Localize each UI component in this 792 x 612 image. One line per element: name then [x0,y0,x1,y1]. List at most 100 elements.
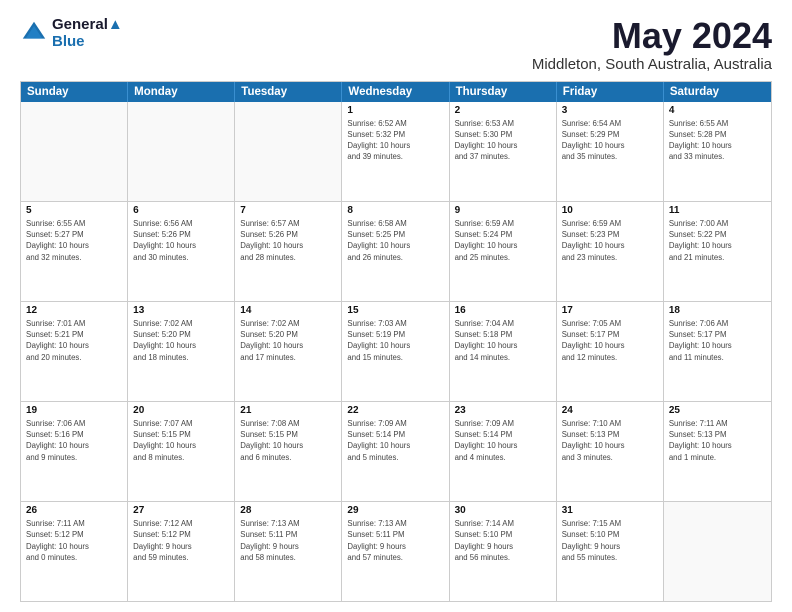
calendar-day-3: 3 Sunrise: 6:54 AM Sunset: 5:29 PM Daylig… [557,102,664,201]
header-wednesday: Wednesday [342,82,449,102]
day-number: 3 [562,105,658,116]
calendar-day-23: 23 Sunrise: 7:09 AM Sunset: 5:14 PM Dayli… [450,402,557,501]
calendar-day-30: 30Sunrise: 7:14 AM Sunset: 5:10 PM Dayli… [450,502,557,601]
calendar-day-8: 8 Sunrise: 6:58 AM Sunset: 5:25 PM Daylig… [342,202,449,301]
header: General▲ Blue May 2024 Middleton, South … [20,16,772,73]
calendar-day-27: 27 Sunrise: 7:12 AM Sunset: 5:12 PM Dayli… [128,502,235,601]
day-info: Sunrise: 7:06 AM Sunset: 5:16 PM Dayligh… [26,418,122,463]
day-number: 20 [133,405,229,416]
logo-icon [20,19,48,47]
day-info: Sunrise: 6:55 AM Sunset: 5:27 PM Dayligh… [26,218,122,263]
day-number: 24 [562,405,658,416]
day-info: Sunrise: 6:54 AM Sunset: 5:29 PM Dayligh… [562,118,658,163]
day-info: Sunrise: 7:11 AM Sunset: 5:13 PM Dayligh… [669,418,766,463]
day-number: 22 [347,405,443,416]
day-number: 25 [669,405,766,416]
day-number: 18 [669,305,766,316]
subtitle: Middleton, South Australia, Australia [532,56,772,73]
calendar-day-11: 11 Sunrise: 7:00 AM Sunset: 5:22 PM Dayli… [664,202,771,301]
day-number: 12 [26,305,122,316]
day-info: Sunrise: 6:58 AM Sunset: 5:25 PM Dayligh… [347,218,443,263]
calendar-day-4: 4 Sunrise: 6:55 AM Sunset: 5:28 PM Daylig… [664,102,771,201]
calendar-week-1: 1 Sunrise: 6:52 AM Sunset: 5:32 PM Daylig… [21,102,771,201]
day-info: Sunrise: 7:02 AM Sunset: 5:20 PM Dayligh… [133,318,229,363]
day-info: Sunrise: 7:02 AM Sunset: 5:20 PM Dayligh… [240,318,336,363]
day-number: 13 [133,305,229,316]
calendar-day-12: 12 Sunrise: 7:01 AM Sunset: 5:21 PM Dayli… [21,302,128,401]
day-info: Sunrise: 7:10 AM Sunset: 5:13 PM Dayligh… [562,418,658,463]
day-number: 6 [133,205,229,216]
calendar-day-26: 26Sunrise: 7:11 AM Sunset: 5:12 PM Dayli… [21,502,128,601]
calendar-day-empty-0 [21,102,128,201]
calendar-day-25: 25 Sunrise: 7:11 AM Sunset: 5:13 PM Dayli… [664,402,771,501]
calendar-day-19: 19 Sunrise: 7:06 AM Sunset: 5:16 PM Dayli… [21,402,128,501]
day-info: Sunrise: 7:04 AM Sunset: 5:18 PM Dayligh… [455,318,551,363]
day-info: Sunrise: 7:09 AM Sunset: 5:14 PM Dayligh… [455,418,551,463]
calendar-day-9: 9 Sunrise: 6:59 AM Sunset: 5:24 PM Daylig… [450,202,557,301]
page: General▲ Blue May 2024 Middleton, South … [0,0,792,612]
day-info: Sunrise: 7:13 AM Sunset: 5:11 PM Dayligh… [347,518,443,563]
day-info: Sunrise: 7:11 AM Sunset: 5:12 PM Dayligh… [26,518,122,563]
day-number: 28 [240,505,336,516]
day-number: 31 [562,505,658,516]
calendar-day-empty-2 [235,102,342,201]
calendar-day-7: 7 Sunrise: 6:57 AM Sunset: 5:26 PM Daylig… [235,202,342,301]
title-block: May 2024 Middleton, South Australia, Aus… [532,16,772,73]
day-number: 8 [347,205,443,216]
day-number: 5 [26,205,122,216]
calendar-week-4: 19 Sunrise: 7:06 AM Sunset: 5:16 PM Dayli… [21,401,771,501]
calendar-day-20: 20 Sunrise: 7:07 AM Sunset: 5:15 PM Dayli… [128,402,235,501]
day-info: Sunrise: 7:13 AM Sunset: 5:11 PM Dayligh… [240,518,336,563]
header-sunday: Sunday [21,82,128,102]
day-number: 11 [669,205,766,216]
calendar-week-3: 12 Sunrise: 7:01 AM Sunset: 5:21 PM Dayli… [21,301,771,401]
day-number: 4 [669,105,766,116]
calendar-day-24: 24 Sunrise: 7:10 AM Sunset: 5:13 PM Dayli… [557,402,664,501]
day-number: 9 [455,205,551,216]
day-info: Sunrise: 6:59 AM Sunset: 5:23 PM Dayligh… [562,218,658,263]
day-number: 30 [455,505,551,516]
calendar-day-22: 22Sunrise: 7:09 AM Sunset: 5:14 PM Dayli… [342,402,449,501]
day-number: 16 [455,305,551,316]
day-info: Sunrise: 7:01 AM Sunset: 5:21 PM Dayligh… [26,318,122,363]
logo-text: General▲ Blue [52,16,123,50]
header-monday: Monday [128,82,235,102]
header-friday: Friday [557,82,664,102]
day-info: Sunrise: 6:57 AM Sunset: 5:26 PM Dayligh… [240,218,336,263]
calendar-day-1: 1 Sunrise: 6:52 AM Sunset: 5:32 PM Daylig… [342,102,449,201]
calendar-day-6: 6 Sunrise: 6:56 AM Sunset: 5:26 PM Daylig… [128,202,235,301]
calendar-day-31: 31 Sunrise: 7:15 AM Sunset: 5:10 PM Dayli… [557,502,664,601]
calendar-day-17: 17Sunrise: 7:05 AM Sunset: 5:17 PM Dayli… [557,302,664,401]
calendar: Sunday Monday Tuesday Wednesday Thursday… [20,81,772,602]
day-info: Sunrise: 6:52 AM Sunset: 5:32 PM Dayligh… [347,118,443,163]
day-info: Sunrise: 6:53 AM Sunset: 5:30 PM Dayligh… [455,118,551,163]
day-info: Sunrise: 6:59 AM Sunset: 5:24 PM Dayligh… [455,218,551,263]
calendar-day-28: 28 Sunrise: 7:13 AM Sunset: 5:11 PM Dayli… [235,502,342,601]
calendar-day-15: 15Sunrise: 7:03 AM Sunset: 5:19 PM Dayli… [342,302,449,401]
calendar-day-18: 18Sunrise: 7:06 AM Sunset: 5:17 PM Dayli… [664,302,771,401]
day-number: 14 [240,305,336,316]
day-info: Sunrise: 7:12 AM Sunset: 5:12 PM Dayligh… [133,518,229,563]
day-number: 21 [240,405,336,416]
day-info: Sunrise: 6:55 AM Sunset: 5:28 PM Dayligh… [669,118,766,163]
day-number: 17 [562,305,658,316]
day-number: 23 [455,405,551,416]
day-number: 2 [455,105,551,116]
day-info: Sunrise: 6:56 AM Sunset: 5:26 PM Dayligh… [133,218,229,263]
day-info: Sunrise: 7:15 AM Sunset: 5:10 PM Dayligh… [562,518,658,563]
calendar-day-29: 29Sunrise: 7:13 AM Sunset: 5:11 PM Dayli… [342,502,449,601]
day-number: 1 [347,105,443,116]
day-info: Sunrise: 7:07 AM Sunset: 5:15 PM Dayligh… [133,418,229,463]
calendar-day-10: 10Sunrise: 6:59 AM Sunset: 5:23 PM Dayli… [557,202,664,301]
day-number: 19 [26,405,122,416]
calendar-body: 1 Sunrise: 6:52 AM Sunset: 5:32 PM Daylig… [21,102,771,601]
header-saturday: Saturday [664,82,771,102]
calendar-day-empty-1 [128,102,235,201]
day-number: 27 [133,505,229,516]
day-info: Sunrise: 7:00 AM Sunset: 5:22 PM Dayligh… [669,218,766,263]
day-number: 7 [240,205,336,216]
logo: General▲ Blue [20,16,123,50]
calendar-day-empty-6 [664,502,771,601]
calendar-day-16: 16 Sunrise: 7:04 AM Sunset: 5:18 PM Dayli… [450,302,557,401]
calendar-header: Sunday Monday Tuesday Wednesday Thursday… [21,82,771,102]
